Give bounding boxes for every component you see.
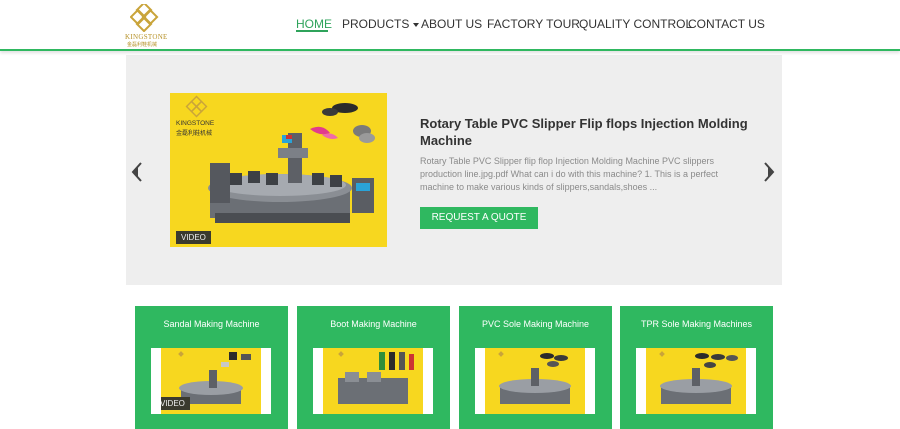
request-quote-button[interactable]: REQUEST A QUOTE [420,207,538,229]
logo-subtext: 金磊利鞋机械 [127,42,158,48]
category-card-pvc-sole[interactable]: PVC Sole Making Machine [459,306,612,429]
slide-title[interactable]: Rotary Table PVC Slipper Flip flops Inje… [420,115,750,149]
nav-products[interactable]: PRODUCTS [342,17,420,31]
nav-home[interactable]: HOME [296,17,332,31]
category-label: PVC Sole Making Machine [481,319,590,329]
chevron-down-icon [413,22,420,27]
category-label: Sandal Making Machine [163,319,260,329]
category-image[interactable]: VIDEO [161,348,261,414]
category-image[interactable] [485,348,585,414]
boot-machine-illustration [338,351,414,404]
nav-active-underline [296,30,328,32]
slide-description: Rotary Table PVC Slipper flip flop Injec… [420,156,718,192]
category-card-sandal[interactable]: Sandal Making Machine VIDEO [135,306,288,429]
slider-next-button[interactable] [762,161,776,183]
slider-prev-button[interactable] [130,161,144,183]
logo-text: KINGSTONE [125,33,168,41]
category-label: TPR Sole Making Machines [640,319,753,329]
video-badge: VIDEO [176,231,211,244]
nav-factory-tour[interactable]: FACTORY TOUR [487,17,580,31]
category-image-frame: VIDEO [151,348,271,414]
logo[interactable]: KINGSTONE 金磊利鞋机械 [122,4,168,48]
site-header: KINGSTONE 金磊利鞋机械 HOME PRODUCTS ABOUT US … [0,0,900,51]
category-image-frame [636,348,756,414]
chevron-right-icon [764,162,775,182]
nav-contact-us[interactable]: CONTACT US [688,17,765,31]
nav-about-us[interactable]: ABOUT US [421,17,482,31]
product-machine-illustration: KINGSTONE 金磊利鞋机械 [176,95,375,223]
slide-image-brand-cn: 金磊利鞋机械 [176,129,212,137]
tpr-sole-machine-illustration [659,351,738,404]
category-image-frame [475,348,595,414]
video-badge: VIDEO [161,397,190,410]
category-card-tpr-sole[interactable]: TPR Sole Making Machines [620,306,773,429]
category-image[interactable] [646,348,746,414]
nav-products-label: PRODUCTS [342,17,410,31]
category-label: Boot Making Machine [330,319,417,329]
category-image-frame [313,348,433,414]
slide-image-brand: KINGSTONE [176,120,215,127]
nav-quality-control[interactable]: QUALITY CONTROL [579,17,692,31]
slide-product-image[interactable]: KINGSTONE 金磊利鞋机械 VIDEO [170,93,387,247]
category-image[interactable] [323,348,423,414]
chevron-left-icon [131,162,142,182]
category-card-boot[interactable]: Boot Making Machine [297,306,450,429]
kingstone-logo-icon [130,4,159,32]
pvc-sole-machine-illustration [498,351,571,404]
